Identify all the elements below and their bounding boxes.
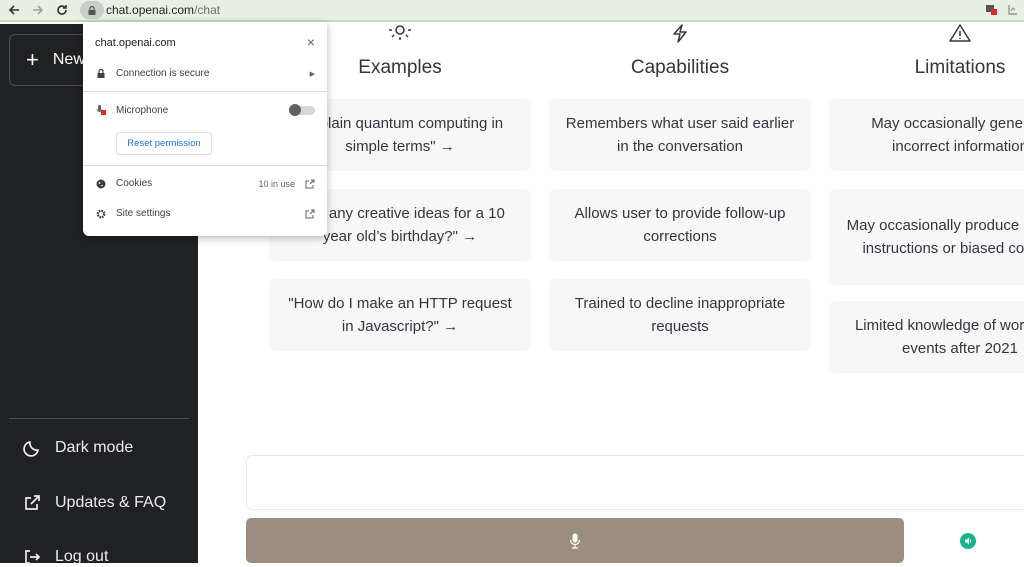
column-title: Capabilities [630,57,730,78]
example-card[interactable]: "How do I make an HTTP request in Javasc… [269,279,531,351]
speaker-button[interactable] [960,533,976,549]
card-text: "How do I make an HTTP request in Javasc… [288,295,512,335]
address-bar[interactable]: chat.openai.com/chat [80,1,220,19]
column-title: Examples [358,57,442,78]
card-text: Remembers what user said earlier in the … [565,115,795,155]
url-domain: chat.openai.com [106,3,195,17]
extension-icons [986,4,1018,15]
site-info-popup: chat.openai.com × Connection is secure ▶… [83,22,327,236]
browser-toolbar: chat.openai.com/chat [0,0,1024,22]
limitation-card: Limited knowledge of world and events af… [829,301,1024,373]
voice-input-button[interactable] [246,518,904,563]
chevron-right-icon: ▶ [309,70,315,78]
warning-icon [948,24,972,44]
message-input[interactable] [246,455,1024,510]
url-path: /chat [194,3,221,17]
microphone-toggle[interactable] [289,104,315,116]
cookies-row[interactable]: Cookies 10 in use [95,178,315,189]
limitation-card: May occasionally produce harmful instruc… [829,189,1024,285]
reload-button[interactable] [52,0,72,20]
external-link-icon [305,179,315,188]
limitations-column: Limitations [829,24,1024,81]
lock-icon [95,69,107,78]
arrow-left-icon [8,5,19,15]
column-title: Limitations [914,57,1006,78]
back-button[interactable] [4,0,24,20]
forward-button[interactable] [28,0,48,20]
plus-icon: + [26,47,39,72]
microphone-permission-row: Microphone [95,104,315,116]
limitation-card: May occasionally generate incorrect info… [829,99,1024,171]
popup-title: chat.openai.com [95,37,176,49]
popup-divider [83,91,327,92]
speaker-icon [965,537,972,545]
camera-blocked-icon[interactable] [986,4,998,15]
close-icon[interactable]: × [307,34,315,50]
card-text: May occasionally generate incorrect info… [871,115,1024,155]
sidebar-item-log-out[interactable]: Log out [22,547,108,567]
site-settings-label: Site settings [116,208,171,219]
site-settings-row[interactable]: Site settings [95,208,315,219]
url-text: chat.openai.com/chat [106,3,220,17]
external-link-icon [22,493,42,513]
extension-icon[interactable] [1008,4,1018,15]
gear-icon [95,209,107,219]
card-text: Trained to decline inappropriate request… [574,295,786,335]
connection-security-row[interactable]: Connection is secure ▶ [95,68,315,79]
sun-icon [388,24,412,44]
logout-icon [22,547,42,567]
sidebar-item-label: Dark mode [55,439,134,456]
connection-label: Connection is secure [116,68,210,79]
sidebar-item-dark-mode[interactable]: Dark mode [22,438,133,458]
moon-icon [22,438,42,458]
cookies-count: 10 in use [258,178,295,189]
lightning-icon [670,24,690,44]
capability-card: Remembers what user said earlier in the … [549,99,811,171]
sidebar-item-label: Log out [55,548,109,565]
card-text: Limited knowledge of world and events af… [854,317,1024,357]
reload-icon [57,5,67,15]
microphone-label: Microphone [116,105,169,116]
toggle-knob [289,104,301,116]
cookies-label: Cookies [116,178,153,189]
microphone-icon [569,533,581,549]
card-text: Allows user to provide follow-up correct… [574,205,786,245]
cookie-icon [95,179,107,189]
external-link-icon [305,209,315,218]
capabilities-column: Capabilities [549,24,811,81]
sidebar-divider [9,418,189,419]
lock-icon [88,5,96,15]
capability-card: Trained to decline inappropriate request… [549,279,811,351]
arrow-right-icon [33,5,44,15]
microphone-blocked-icon [95,105,107,116]
popup-divider [83,165,327,166]
card-text: May occasionally produce harmful instruc… [846,217,1024,257]
reset-permission-button[interactable]: Reset permission [116,132,212,155]
site-info-button[interactable] [80,1,104,19]
sidebar-item-label: Updates & FAQ [55,494,167,511]
capability-card: Allows user to provide follow-up correct… [549,189,811,261]
sidebar-item-updates-faq[interactable]: Updates & FAQ [22,493,166,513]
